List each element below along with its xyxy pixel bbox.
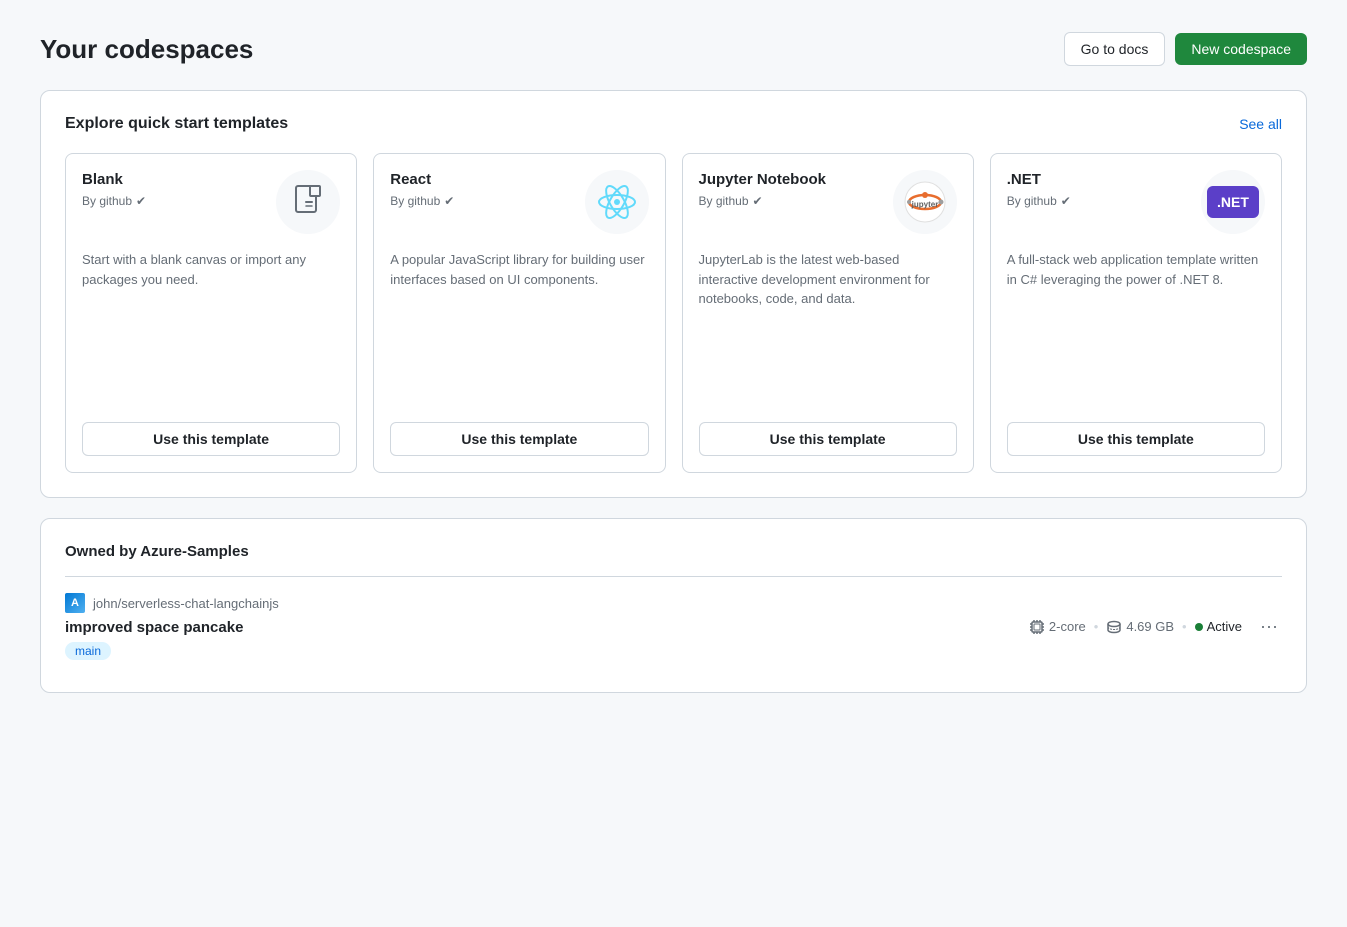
template-by-blank: By github ✔: [82, 194, 264, 208]
templates-section-title: Explore quick start templates: [65, 115, 288, 133]
template-by-dotnet: By github ✔: [1007, 194, 1189, 208]
template-name-dotnet: .NET: [1007, 170, 1189, 190]
use-template-blank-button[interactable]: Use this template: [82, 422, 340, 456]
codespace-right: 2-core • 4.69 GB • Active ···: [1029, 616, 1282, 637]
codespace-branch: main: [65, 642, 279, 660]
template-card-top-blank: Blank By github ✔: [82, 170, 340, 234]
cpu-value: 2-core: [1049, 619, 1086, 634]
template-meta-react: React By github ✔: [390, 170, 572, 208]
codespace-row: A john/serverless-chat-langchainjs impro…: [65, 576, 1282, 668]
status-stat: Active: [1195, 619, 1242, 634]
svg-text:jupyter: jupyter: [910, 200, 938, 209]
template-card-dotnet: .NET By github ✔ .NET A full-stack web a…: [990, 153, 1282, 473]
template-description-blank: Start with a blank canvas or import any …: [82, 250, 340, 402]
template-name-react: React: [390, 170, 572, 190]
verified-icon-dotnet: ✔: [1061, 194, 1071, 208]
codespace-name: improved space pancake: [65, 619, 279, 636]
template-card-top-jupyter: Jupyter Notebook By github ✔: [699, 170, 957, 234]
codespace-repo: A john/serverless-chat-langchainjs: [65, 593, 279, 613]
storage-value: 4.69 GB: [1126, 619, 1174, 634]
template-card-top-dotnet: .NET By github ✔ .NET: [1007, 170, 1265, 234]
template-meta-jupyter: Jupyter Notebook By github ✔: [699, 170, 881, 208]
codespace-left: A john/serverless-chat-langchainjs impro…: [65, 593, 279, 660]
net-badge: .NET: [1207, 186, 1259, 218]
template-description-jupyter: JupyterLab is the latest web-based inter…: [699, 250, 957, 402]
template-card-blank: Blank By github ✔ Start wit: [65, 153, 357, 473]
codespace-section-title: Owned by Azure-Samples: [65, 543, 1282, 560]
template-by-react: By github ✔: [390, 194, 572, 208]
template-icon-dotnet: .NET: [1201, 170, 1265, 234]
separator-2: •: [1182, 619, 1187, 634]
storage-stat: 4.69 GB: [1106, 619, 1174, 635]
status-label: Active: [1207, 619, 1242, 634]
use-template-react-button[interactable]: Use this template: [390, 422, 648, 456]
page-header: Your codespaces Go to docs New codespace: [40, 32, 1307, 66]
use-template-jupyter-button[interactable]: Use this template: [699, 422, 957, 456]
codespaces-section: Owned by Azure-Samples A john/serverless…: [40, 518, 1307, 693]
template-by-jupyter: By github ✔: [699, 194, 881, 208]
templates-grid: Blank By github ✔ Start wit: [65, 153, 1282, 473]
azure-icon: A: [65, 593, 85, 613]
header-actions: Go to docs New codespace: [1064, 32, 1307, 66]
see-all-link[interactable]: See all: [1239, 116, 1282, 132]
go-to-docs-button[interactable]: Go to docs: [1064, 32, 1166, 66]
template-description-dotnet: A full-stack web application template wr…: [1007, 250, 1265, 402]
template-meta-dotnet: .NET By github ✔: [1007, 170, 1189, 208]
blank-file-svg: [292, 184, 324, 220]
templates-section-header: Explore quick start templates See all: [65, 115, 1282, 133]
template-meta-blank: Blank By github ✔: [82, 170, 264, 208]
verified-icon-jupyter: ✔: [753, 194, 763, 208]
template-icon-react: [585, 170, 649, 234]
separator-1: •: [1094, 619, 1099, 634]
template-card-top-react: React By github ✔: [390, 170, 648, 234]
template-icon-blank: [276, 170, 340, 234]
template-card-jupyter: Jupyter Notebook By github ✔: [682, 153, 974, 473]
template-card-react: React By github ✔ A popular J: [373, 153, 665, 473]
react-logo-svg: [597, 182, 637, 222]
verified-icon-blank: ✔: [136, 194, 146, 208]
use-template-dotnet-button[interactable]: Use this template: [1007, 422, 1265, 456]
page-title: Your codespaces: [40, 34, 253, 65]
template-name-blank: Blank: [82, 170, 264, 190]
branch-tag: main: [65, 642, 111, 660]
template-description-react: A popular JavaScript library for buildin…: [390, 250, 648, 402]
templates-section: Explore quick start templates See all Bl…: [40, 90, 1307, 498]
cpu-stat: 2-core: [1029, 619, 1086, 635]
more-options-button[interactable]: ···: [1256, 616, 1282, 637]
verified-icon-react: ✔: [444, 194, 454, 208]
new-codespace-button[interactable]: New codespace: [1175, 33, 1307, 65]
storage-icon: [1106, 619, 1122, 635]
jupyter-logo-svg: jupyter: [903, 180, 947, 224]
status-dot: [1195, 623, 1203, 631]
template-name-jupyter: Jupyter Notebook: [699, 170, 881, 190]
cpu-icon: [1029, 619, 1045, 635]
template-icon-jupyter: jupyter: [893, 170, 957, 234]
codespace-repo-name: john/serverless-chat-langchainjs: [93, 596, 279, 611]
